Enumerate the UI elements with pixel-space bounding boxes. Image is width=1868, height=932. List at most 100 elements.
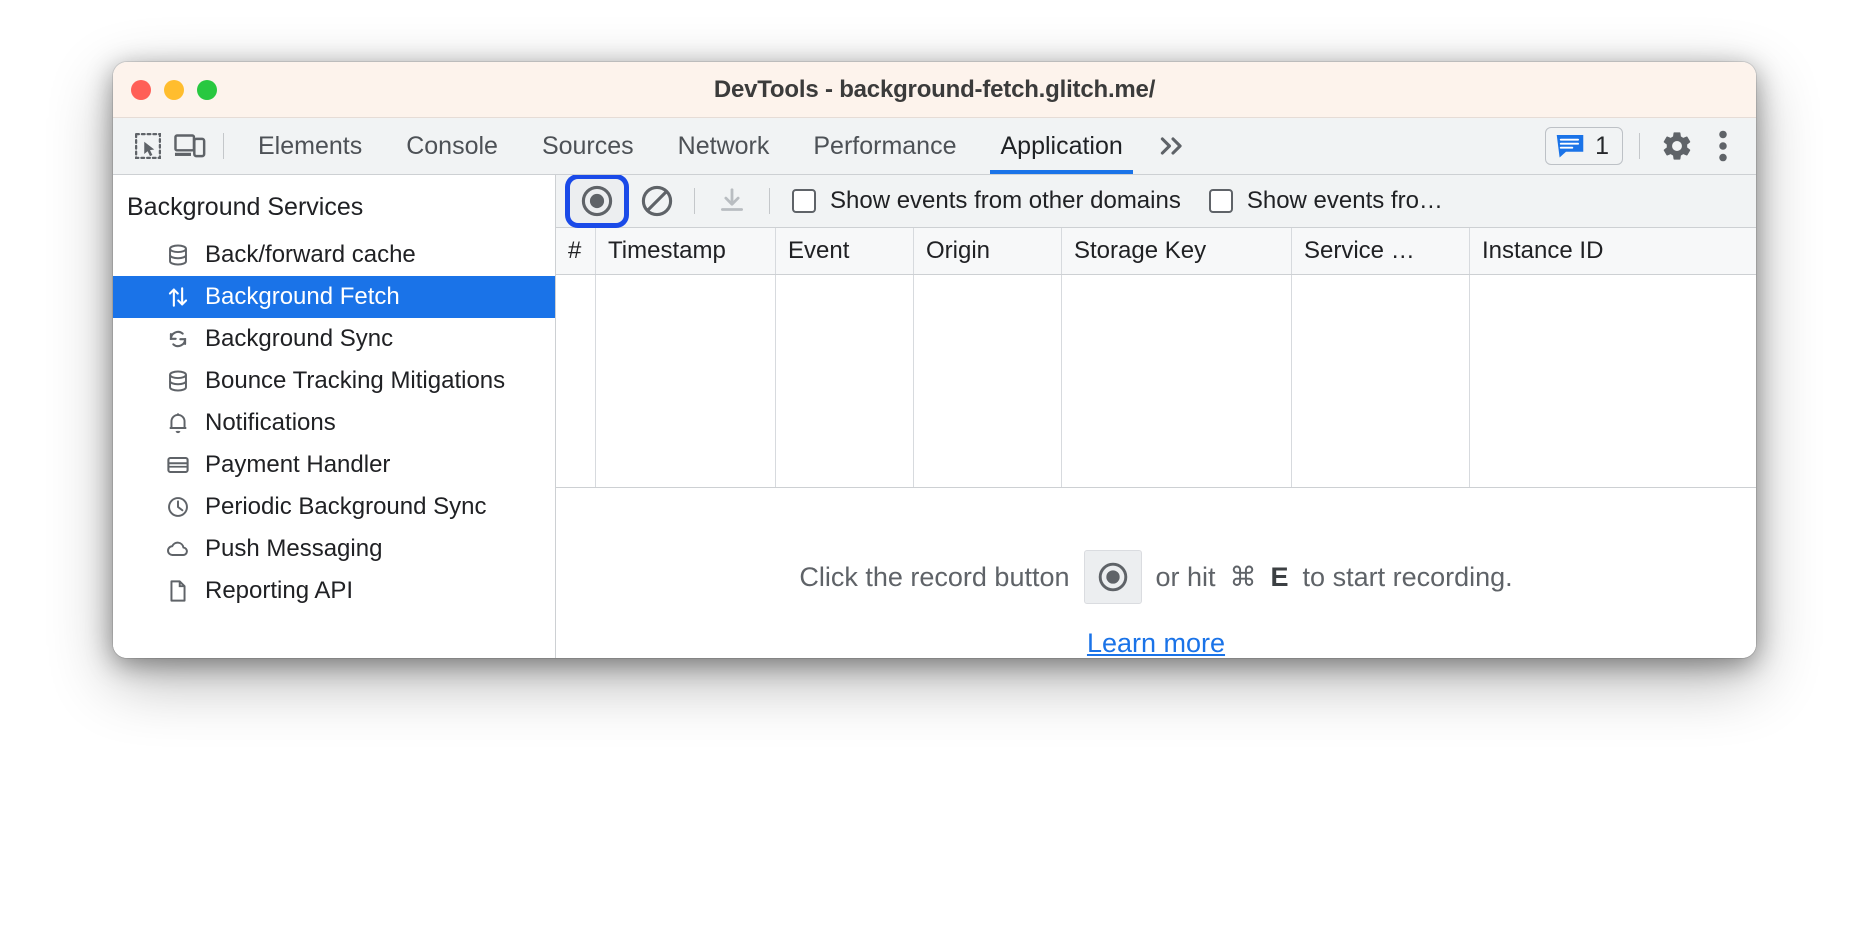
datagrid-empty-body — [556, 275, 1756, 488]
database-icon — [165, 242, 191, 268]
empty-state-text-before: Click the record button — [799, 561, 1070, 592]
document-icon — [165, 578, 191, 604]
checkbox-box[interactable] — [1208, 189, 1233, 213]
sidebar-item-background-fetch[interactable]: Background Fetch — [113, 276, 555, 318]
checkbox-label: Show events fro… — [1246, 187, 1443, 214]
record-button[interactable] — [570, 179, 624, 223]
sidebar-item-label: Notifications — [205, 409, 336, 436]
console-message-count: 1 — [1595, 131, 1609, 160]
checkbox-label: Show events from other domains — [830, 187, 1181, 214]
empty-state-text-middle: or hit — [1155, 561, 1216, 592]
arrows-up-down-icon — [165, 284, 191, 310]
console-messages-badge[interactable]: 1 — [1545, 127, 1623, 165]
tab-network[interactable]: Network — [656, 118, 792, 174]
column-header-service-worker[interactable]: Service … — [1292, 228, 1470, 274]
datagrid-column — [1062, 275, 1292, 487]
bell-icon — [165, 410, 191, 436]
show-events-other-domains-checkbox[interactable]: Show events from other domains — [792, 187, 1181, 215]
events-datagrid: # Timestamp Event Origin Storage Key Ser… — [556, 228, 1756, 488]
show-events-other-storage-checkbox[interactable]: Show events fro… — [1208, 187, 1443, 215]
toolbar-divider-1 — [694, 188, 695, 214]
window-title: DevTools - background-fetch.glitch.me/ — [713, 75, 1156, 103]
datagrid-column — [1470, 275, 1756, 487]
database-icon — [165, 368, 191, 394]
sidebar-item-bounce-tracking-mitigations[interactable]: Bounce Tracking Mitigations — [113, 360, 555, 402]
sidebar-item-reporting-api[interactable]: Reporting API — [113, 570, 555, 612]
tab-elements[interactable]: Elements — [236, 118, 384, 174]
inline-record-button[interactable] — [1083, 550, 1142, 604]
tab-application[interactable]: Application — [978, 118, 1144, 174]
column-header-origin[interactable]: Origin — [914, 228, 1062, 274]
clear-events-button[interactable] — [634, 179, 680, 223]
toolbar-divider-2 — [769, 188, 770, 214]
clear-ban-icon — [641, 185, 673, 217]
message-bubble-icon — [1556, 135, 1584, 158]
background-fetch-panel: Show events from other domains Show even… — [556, 175, 1756, 658]
keyboard-shortcut-modifier: ⌘ — [1229, 561, 1257, 592]
sidebar-item-label: Push Messaging — [205, 535, 383, 562]
minimize-window-button[interactable] — [164, 79, 184, 100]
tabbar-divider-right — [1639, 133, 1640, 159]
sidebar-item-notifications[interactable]: Notifications — [113, 402, 555, 444]
sidebar-item-payment-handler[interactable]: Payment Handler — [113, 444, 555, 486]
download-icon — [721, 188, 743, 211]
empty-state-text-after: to start recording. — [1302, 561, 1513, 592]
save-events-button[interactable] — [709, 179, 755, 223]
tab-label: Performance — [813, 131, 957, 160]
sidebar-item-label: Periodic Background Sync — [205, 493, 487, 520]
datagrid-column — [596, 275, 776, 487]
devtools-window: DevTools - background-fetch.glitch.me/ E… — [113, 62, 1756, 658]
gear-icon[interactable] — [1656, 125, 1698, 167]
column-header-event[interactable]: Event — [776, 228, 914, 274]
datagrid-column — [776, 275, 914, 487]
sidebar-item-periodic-background-sync[interactable]: Periodic Background Sync — [113, 486, 555, 528]
datagrid-header-row: # Timestamp Event Origin Storage Key Ser… — [556, 228, 1756, 275]
tab-performance[interactable]: Performance — [791, 118, 978, 174]
datagrid-column — [556, 275, 596, 487]
tabbar-right-actions: 1 — [1545, 125, 1744, 167]
datagrid-column — [1292, 275, 1470, 487]
column-header-storage-key[interactable]: Storage Key — [1062, 228, 1292, 274]
window-titlebar: DevTools - background-fetch.glitch.me/ — [113, 62, 1756, 118]
tab-label: Application — [1000, 131, 1123, 160]
maximize-window-button[interactable] — [197, 79, 217, 100]
column-header-timestamp[interactable]: Timestamp — [596, 228, 776, 274]
sidebar-item-back-forward-cache[interactable]: Back/forward cache — [113, 234, 555, 276]
devtools-tabbar: Elements Console Sources Network Perform… — [113, 118, 1756, 175]
record-circle-icon — [581, 185, 613, 217]
empty-state-message: Click the record button or hit ⌘ E to st… — [799, 550, 1513, 604]
empty-state: Click the record button or hit ⌘ E to st… — [556, 488, 1756, 658]
tab-label: Console — [406, 131, 498, 160]
tabbar-divider — [223, 133, 224, 159]
sidebar-item-label: Reporting API — [205, 577, 354, 604]
screenshot-root: DevTools - background-fetch.glitch.me/ E… — [0, 0, 1868, 932]
inspect-element-icon[interactable] — [127, 125, 169, 167]
sidebar-item-background-sync[interactable]: Background Sync — [113, 318, 555, 360]
chevron-double-right-icon[interactable] — [1145, 125, 1201, 167]
devtools-body: Background Services Back/forward cache B… — [113, 175, 1756, 658]
application-sidebar: Background Services Back/forward cache B… — [113, 175, 556, 658]
tab-sources[interactable]: Sources — [520, 118, 656, 174]
sidebar-item-label: Background Fetch — [205, 283, 400, 310]
learn-more-link[interactable]: Learn more — [1087, 628, 1225, 658]
more-vertical-icon[interactable] — [1702, 125, 1744, 167]
device-toolbar-icon[interactable] — [169, 125, 211, 167]
column-header-instance-id[interactable]: Instance ID — [1470, 228, 1756, 274]
sidebar-item-push-messaging[interactable]: Push Messaging — [113, 528, 555, 570]
clock-icon — [165, 494, 191, 520]
close-window-button[interactable] — [131, 79, 151, 100]
tab-label: Sources — [541, 131, 634, 160]
credit-card-icon — [165, 452, 191, 478]
checkbox-box[interactable] — [792, 189, 816, 213]
tab-console[interactable]: Console — [384, 118, 520, 174]
panel-toolbar: Show events from other domains Show even… — [556, 175, 1756, 228]
keyboard-shortcut-key: E — [1270, 561, 1289, 592]
sidebar-item-label: Payment Handler — [205, 451, 391, 478]
tab-label: Elements — [258, 131, 363, 160]
sidebar-item-label: Bounce Tracking Mitigations — [205, 367, 506, 394]
column-header-index[interactable]: # — [556, 228, 596, 274]
traffic-light-buttons — [131, 79, 217, 100]
panel-tabs: Elements Console Sources Network Perform… — [236, 118, 1145, 174]
cloud-icon — [165, 536, 191, 562]
sidebar-item-label: Back/forward cache — [205, 241, 416, 268]
